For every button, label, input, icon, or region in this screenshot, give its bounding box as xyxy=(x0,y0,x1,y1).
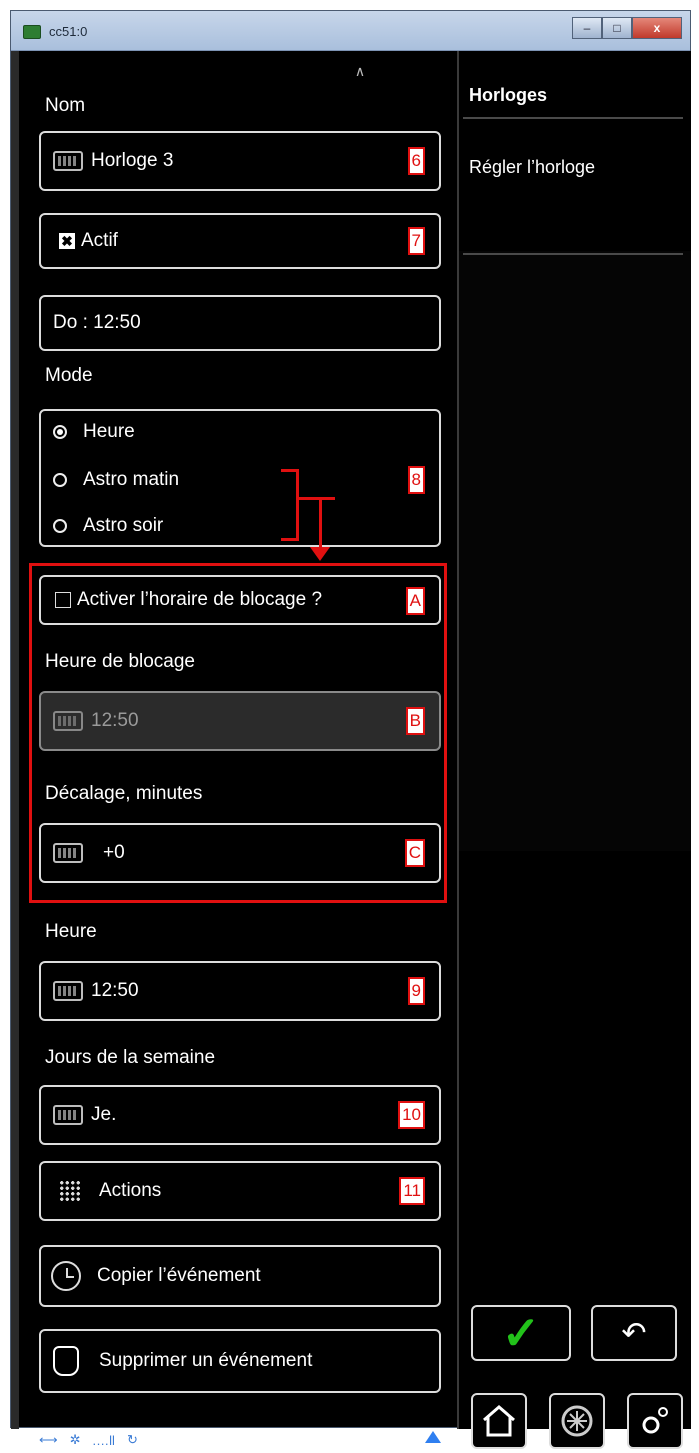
minimize-button[interactable]: – xyxy=(572,17,602,39)
status-bar: ⟷ ✲ .…ll ↻ xyxy=(39,1427,449,1453)
radio-checked-icon xyxy=(53,425,67,439)
radio-heure[interactable]: Heure xyxy=(53,421,135,443)
checkbox-checked-icon: ✖ xyxy=(59,233,75,249)
heure-blocage-value: 12:50 xyxy=(91,710,139,731)
annotation-arrow-shaft xyxy=(319,497,322,553)
supprimer-label: Supprimer un événement xyxy=(99,1350,313,1371)
heure-label: Heure xyxy=(45,921,97,942)
keyboard-icon xyxy=(53,981,83,1001)
back-button[interactable]: ↶ xyxy=(591,1305,677,1361)
radio-astro-soir-label: Astro soir xyxy=(83,515,164,536)
actif-checkbox[interactable]: ✖ Actif 7 xyxy=(39,213,441,269)
heure-value: 12:50 xyxy=(91,980,139,1001)
sync-icon: ↻ xyxy=(126,1432,138,1447)
callout-6: 6 xyxy=(407,147,425,175)
callout-7: 7 xyxy=(407,227,425,255)
radio-astro-soir[interactable]: Astro soir xyxy=(53,515,163,537)
decalage-label: Décalage, minutes xyxy=(45,783,203,804)
home-button[interactable] xyxy=(471,1393,527,1449)
radio-icon xyxy=(53,519,67,533)
settings-button[interactable] xyxy=(627,1393,683,1449)
jours-field[interactable]: Je. 10 xyxy=(39,1085,441,1145)
jours-label: Jours de la semaine xyxy=(45,1047,216,1068)
signal-icon: .…ll xyxy=(92,1432,115,1448)
antenna-icon: ✲ xyxy=(69,1432,81,1447)
mode-label: Mode xyxy=(45,365,93,386)
clock-icon xyxy=(51,1261,81,1291)
copier-button[interactable]: Copier l’événement xyxy=(39,1245,441,1307)
left-edge xyxy=(11,51,19,1429)
radio-astro-matin-label: Astro matin xyxy=(83,469,180,490)
back-icon: ↶ xyxy=(621,1316,647,1350)
heure-blocage-field[interactable]: 12:50 B xyxy=(39,691,441,751)
decalage-field[interactable]: +0 C xyxy=(39,823,441,883)
jours-value: Je. xyxy=(91,1104,117,1125)
scroll-up-icon[interactable] xyxy=(425,1431,441,1443)
divider xyxy=(463,117,683,119)
event-form: ∧ Nom Horloge 3 6 ✖ Actif 7 Do : 12:50 M… xyxy=(25,51,455,1448)
nom-label: Nom xyxy=(45,95,86,116)
horloges-title[interactable]: Horloges xyxy=(469,85,547,106)
actions-button[interactable]: Actions 11 xyxy=(39,1161,441,1221)
checkmark-icon: ✓ xyxy=(501,1307,541,1359)
window-controls: – □ x xyxy=(572,17,682,39)
supprimer-button[interactable]: Supprimer un événement xyxy=(39,1329,441,1393)
heure-blocage-label: Heure de blocage xyxy=(45,651,195,672)
callout-b: B xyxy=(405,707,425,735)
radio-astro-matin[interactable]: Astro matin xyxy=(53,469,179,491)
copier-label: Copier l’événement xyxy=(97,1265,261,1286)
callout-c: C xyxy=(404,839,425,867)
blocage-checkbox-label: Activer l’horaire de blocage ? xyxy=(77,589,323,610)
radio-icon xyxy=(53,473,67,487)
window-title: cc51:0 xyxy=(49,24,88,39)
home-icon xyxy=(483,1405,515,1437)
callout-a: A xyxy=(405,587,425,615)
blocage-checkbox[interactable]: Activer l’horaire de blocage ? A xyxy=(39,575,441,625)
link-icon: ⟷ xyxy=(39,1432,58,1447)
heure-field[interactable]: 12:50 9 xyxy=(39,961,441,1021)
nom-value: Horloge 3 xyxy=(91,150,174,171)
collapse-icon[interactable]: ∧ xyxy=(350,63,370,79)
logo-button[interactable] xyxy=(549,1393,605,1449)
keyboard-icon xyxy=(53,843,83,863)
date-field[interactable]: Do : 12:50 xyxy=(39,295,441,351)
close-button[interactable]: x xyxy=(632,17,682,39)
annotation-bracket xyxy=(281,469,299,541)
callout-9: 9 xyxy=(407,977,425,1005)
keyboard-icon xyxy=(53,151,83,171)
checkbox-icon xyxy=(55,592,71,608)
callout-10: 10 xyxy=(398,1101,425,1129)
callout-11: 11 xyxy=(399,1177,425,1205)
right-panel-body xyxy=(459,251,691,851)
keyboard-icon xyxy=(53,1105,83,1125)
confirm-button[interactable]: ✓ xyxy=(471,1305,571,1361)
annotation-arrow-head xyxy=(310,547,330,561)
maximize-button[interactable]: □ xyxy=(602,17,632,39)
app-icon xyxy=(23,25,41,39)
callout-8: 8 xyxy=(407,466,425,494)
regler-horloge-item[interactable]: Régler l’horloge xyxy=(469,157,595,178)
title-bar: cc51:0 – □ x xyxy=(11,11,690,51)
app-window: cc51:0 – □ x ∧ Nom Horloge 3 6 ✖ Actif 7… xyxy=(10,10,691,1449)
nom-field[interactable]: Horloge 3 6 xyxy=(39,131,441,191)
grid-icon xyxy=(59,1180,81,1202)
date-value: Do : 12:50 xyxy=(53,312,141,333)
trash-icon xyxy=(53,1346,79,1376)
divider xyxy=(463,253,683,255)
right-panel: Horloges Régler l’horloge ✓ ↶ xyxy=(457,51,691,1449)
radio-heure-label: Heure xyxy=(83,421,135,442)
annotation-bracket-arm xyxy=(299,497,335,500)
decalage-value: +0 xyxy=(103,842,125,863)
actif-label: Actif xyxy=(81,230,118,251)
keyboard-icon xyxy=(53,711,83,731)
actions-label: Actions xyxy=(99,1180,162,1201)
